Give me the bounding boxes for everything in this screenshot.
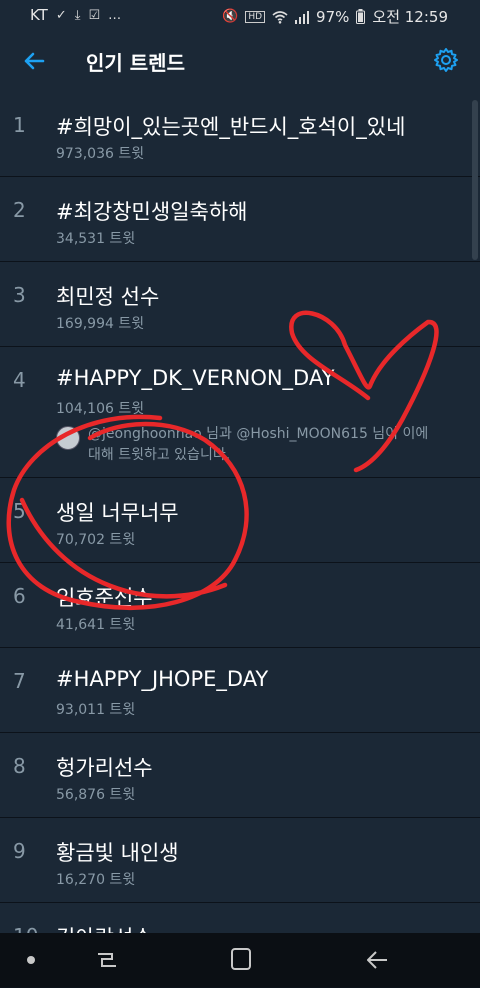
trend-count: 70,702 트윗 bbox=[56, 532, 136, 548]
check-icon: ✓ bbox=[55, 7, 67, 23]
trend-rank: 3 bbox=[13, 283, 26, 307]
trend-name: #HAPPY_DK_VERNON_DAY bbox=[56, 366, 335, 390]
trend-rank: 2 bbox=[13, 198, 26, 222]
status-right: 🔇 HD 97% 오전 12:59 bbox=[222, 6, 448, 27]
trend-rank: 6 bbox=[13, 584, 26, 608]
recent-apps-icon[interactable] bbox=[95, 950, 119, 970]
trend-count: 104,106 트윗 bbox=[56, 401, 145, 417]
trend-rank: 1 bbox=[13, 113, 26, 137]
trend-row[interactable]: 4 #HAPPY_DK_VERNON_DAY 104,106 트윗 @jeong… bbox=[0, 347, 480, 478]
status-left: KT ✓ ⤓ ☑ … bbox=[30, 6, 121, 24]
trend-row[interactable]: 8 헝가리선수 56,876 트윗 bbox=[0, 733, 480, 818]
wifi-icon bbox=[272, 10, 288, 24]
dot-icon[interactable] bbox=[27, 956, 35, 964]
trend-name: #최강창민생일축하해 bbox=[56, 200, 248, 224]
signal-icon bbox=[295, 10, 310, 24]
avatar bbox=[56, 426, 80, 450]
trend-rank: 8 bbox=[13, 754, 26, 778]
trend-row[interactable]: 7 #HAPPY_JHOPE_DAY 93,011 트윗 bbox=[0, 648, 480, 733]
context-text: @jeonghoonhao 님과 @Hoshi_MOON615 님이 이에 대해… bbox=[88, 424, 428, 466]
trend-row[interactable]: 5 생일 너무너무 70,702 트윗 bbox=[0, 478, 480, 563]
trend-name: #HAPPY_JHOPE_DAY bbox=[56, 667, 269, 691]
trend-name: #희망이_있는곳엔_반드시_호석이_있네 bbox=[56, 115, 406, 139]
trend-count: 16,270 트윗 bbox=[56, 872, 136, 888]
trend-count: 56,876 트윗 bbox=[56, 787, 136, 803]
trend-name: 황금빛 내인생 bbox=[56, 841, 179, 865]
trend-row[interactable]: 2 #최강창민생일축하해 34,531 트윗 bbox=[0, 177, 480, 262]
trend-name: 생일 너무너무 bbox=[56, 501, 179, 525]
battery-percent: 97% bbox=[316, 7, 350, 26]
trend-list: 1 #희망이_있는곳엔_반드시_호석이_있네 973,036 트윗 2 #최강창… bbox=[0, 92, 480, 988]
trend-row[interactable]: 1 #희망이_있는곳엔_반드시_호석이_있네 973,036 트윗 bbox=[0, 92, 480, 177]
arrow-left-icon[interactable] bbox=[20, 47, 48, 75]
context-line: 대해 트윗하고 있습니다. bbox=[88, 447, 231, 463]
trend-context: @jeonghoonhao 님과 @Hoshi_MOON615 님이 이에 대해… bbox=[56, 424, 456, 466]
mute-icon: 🔇 bbox=[222, 9, 239, 24]
trend-row[interactable]: 6 임효준선수 41,641 트윗 bbox=[0, 563, 480, 648]
trend-count: 93,011 트윗 bbox=[56, 702, 136, 718]
trend-row[interactable]: 3 최민정 선수 169,994 트윗 bbox=[0, 262, 480, 347]
carrier-label: KT bbox=[30, 6, 48, 24]
download-icon: ⤓ bbox=[74, 7, 81, 23]
trend-name: 임효준선수 bbox=[56, 586, 153, 610]
more-icon: … bbox=[108, 7, 122, 23]
back-icon[interactable] bbox=[365, 947, 389, 973]
trend-count: 973,036 트윗 bbox=[56, 146, 145, 162]
hd-icon: HD bbox=[245, 10, 266, 23]
scrollbar[interactable] bbox=[472, 100, 478, 260]
trend-rank: 4 bbox=[13, 368, 26, 392]
trend-rank: 9 bbox=[13, 839, 26, 863]
app-bar: 인기 트렌드 bbox=[0, 30, 480, 92]
clock: 오전 12:59 bbox=[372, 8, 448, 26]
trend-count: 34,531 트윗 bbox=[56, 231, 136, 247]
home-icon[interactable] bbox=[231, 948, 251, 970]
battery-icon bbox=[356, 9, 366, 24]
trend-rank: 5 bbox=[13, 499, 26, 523]
trend-name: 최민정 선수 bbox=[56, 285, 160, 309]
trend-count: 41,641 트윗 bbox=[56, 617, 136, 633]
context-line: @jeonghoonhao 님과 @Hoshi_MOON615 님이 이에 bbox=[88, 426, 429, 442]
trend-row[interactable]: 9 황금빛 내인생 16,270 트윗 bbox=[0, 818, 480, 903]
trend-rank: 7 bbox=[13, 669, 26, 693]
clipboard-icon: ☑ bbox=[88, 7, 101, 23]
trend-name: 헝가리선수 bbox=[56, 756, 153, 780]
page-title: 인기 트렌드 bbox=[86, 51, 185, 75]
system-nav-bar bbox=[0, 933, 480, 987]
trend-count: 169,994 트윗 bbox=[56, 316, 145, 332]
gear-icon[interactable] bbox=[432, 46, 460, 74]
status-bar: KT ✓ ⤓ ☑ … 🔇 HD 97% 오전 12:59 bbox=[0, 0, 480, 30]
